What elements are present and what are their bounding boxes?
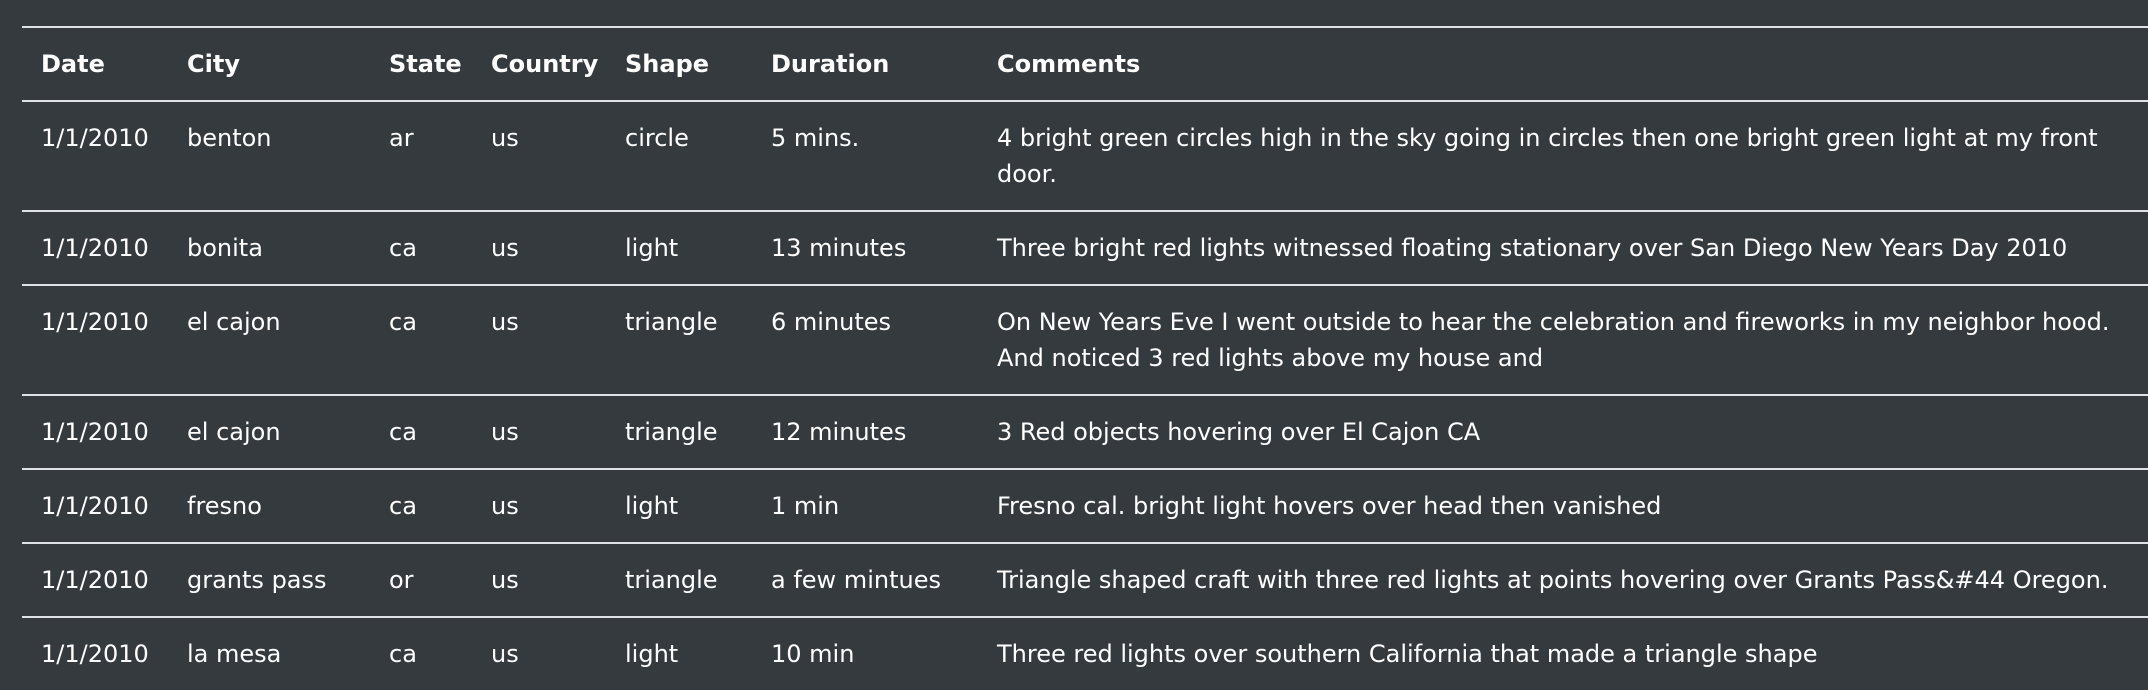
cell-state: ca	[370, 284, 472, 395]
cell-state: ca	[370, 616, 472, 690]
cell-shape: light	[606, 210, 752, 285]
cell-date: 1/1/2010	[41, 124, 149, 152]
cell-city: grants pass	[168, 542, 370, 617]
ufo-sightings-table-container: Date City State Country Shape Duration C…	[22, 26, 2148, 690]
table-row: 1/1/2010 la mesa ca us light 10 min Three red …	[22, 616, 2148, 690]
cell-country: us	[472, 468, 606, 543]
cell-comments: Fresno cal. bright light hovers over hea…	[978, 468, 2148, 543]
cell-city: fresno	[168, 468, 370, 543]
cell-date: 1/1/2010	[22, 284, 168, 395]
column-header-comments: Comments	[978, 26, 2148, 102]
cell-duration: 6 minutes	[752, 284, 978, 395]
table-row: 1/1/2010 bonita ca us light 13 minutes Three b…	[22, 210, 2148, 285]
cell-shape: circle	[625, 124, 689, 152]
cell-shape: triangle	[606, 284, 752, 395]
cell-country: us	[472, 284, 606, 395]
column-header-city: City	[168, 26, 370, 102]
cell-comments: 4 bright green circles high in the sky g…	[997, 124, 2098, 188]
table-row: 1/1/2010 benton ar us circle 5 mins. 4 bright …	[22, 101, 2148, 211]
cell-duration: 1 min	[752, 468, 978, 543]
cell-state: ca	[370, 210, 472, 285]
cell-shape: light	[606, 616, 752, 690]
cell-state: ca	[370, 468, 472, 543]
cell-duration: 10 min	[752, 616, 978, 690]
cell-shape: triangle	[606, 542, 752, 617]
table-header: Date City State Country Shape Duration C…	[22, 26, 2148, 102]
cell-city: bonita	[168, 210, 370, 285]
cell-country: us	[472, 542, 606, 617]
cell-city: el cajon	[168, 284, 370, 395]
column-header-shape: Shape	[606, 26, 752, 102]
cell-city: benton	[187, 124, 272, 152]
cell-date: 1/1/2010	[22, 394, 168, 469]
table-row: 1/1/2010 grants pass or us triangle a few min…	[22, 542, 2148, 617]
table-row: 1/1/2010 el cajon ca us triangle 12 minutes 3 …	[22, 394, 2148, 469]
cell-country: us	[491, 124, 519, 152]
cell-date: 1/1/2010	[22, 542, 168, 617]
cell-city: la mesa	[168, 616, 370, 690]
cell-state: ca	[370, 394, 472, 469]
cell-date: 1/1/2010	[22, 616, 168, 690]
cell-comments: Triangle shaped craft with three red lig…	[978, 542, 2148, 617]
column-header-duration: Duration	[752, 26, 978, 102]
table-row: 1/1/2010 fresno ca us light 1 min Fresno cal. …	[22, 468, 2148, 543]
cell-country: us	[472, 394, 606, 469]
cell-shape: triangle	[606, 394, 752, 469]
table-header-row: Date City State Country Shape Duration C…	[22, 26, 2148, 102]
column-header-date: Date	[22, 26, 168, 102]
cell-duration: 12 minutes	[752, 394, 978, 469]
cell-duration: 5 mins.	[771, 124, 860, 152]
cell-city: el cajon	[168, 394, 370, 469]
cell-duration: a few mintues	[752, 542, 978, 617]
cell-date: 1/1/2010	[22, 468, 168, 543]
cell-date: 1/1/2010	[22, 210, 168, 285]
cell-country: us	[472, 210, 606, 285]
cell-country: us	[472, 616, 606, 690]
cell-state: or	[370, 542, 472, 617]
ufo-sightings-table: Date City State Country Shape Duration C…	[22, 26, 2148, 690]
cell-comments: 3 Red objects hovering over El Cajon CA	[978, 394, 2148, 469]
cell-comments: Three red lights over southern Californi…	[978, 616, 2148, 690]
table-body: 1/1/2010 benton ar us circle 5 mins. 4 bright …	[22, 101, 2148, 690]
cell-state: ar	[389, 124, 414, 152]
cell-duration: 13 minutes	[752, 210, 978, 285]
column-header-country: Country	[472, 26, 606, 102]
cell-comments: Three bright red lights witnessed floati…	[978, 210, 2148, 285]
cell-shape: light	[606, 468, 752, 543]
column-header-state: State	[370, 26, 472, 102]
table-row: 1/1/2010 el cajon ca us triangle 6 minutes On …	[22, 284, 2148, 395]
cell-comments: On New Years Eve I went outside to hear …	[978, 284, 2148, 395]
